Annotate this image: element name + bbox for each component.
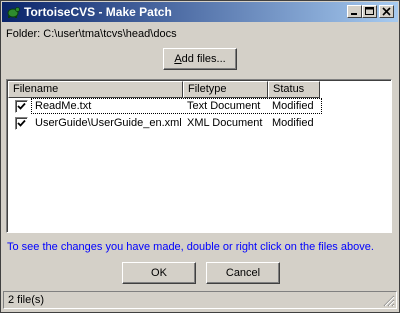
file-name: UserGuide\UserGuide_en.xml bbox=[35, 117, 182, 129]
checkmark-icon bbox=[17, 119, 26, 127]
maximize-icon bbox=[365, 7, 374, 15]
ok-button[interactable]: OK bbox=[122, 262, 196, 284]
close-icon bbox=[382, 7, 391, 16]
tortoise-app-icon bbox=[7, 7, 20, 18]
add-files-accelerator: A bbox=[174, 53, 182, 65]
file-status: Modified bbox=[272, 117, 314, 129]
folder-path-label: Folder: C:\user\tma\tcvs\head\docs bbox=[6, 28, 177, 40]
column-header-filename[interactable]: Filename bbox=[8, 81, 183, 98]
column-header-status[interactable]: Status bbox=[268, 81, 320, 98]
close-button[interactable] bbox=[379, 5, 394, 18]
add-files-button[interactable]: Add files... bbox=[163, 48, 237, 70]
column-header-filetype[interactable]: Filetype bbox=[183, 81, 268, 98]
file-row[interactable]: UserGuide\UserGuide_en.xml XML Document … bbox=[8, 115, 391, 132]
file-type: XML Document bbox=[187, 117, 263, 129]
file-checkbox[interactable] bbox=[15, 117, 28, 130]
checkmark-icon bbox=[17, 102, 26, 110]
file-name: ReadMe.txt bbox=[35, 100, 92, 112]
file-type: Text Document bbox=[187, 100, 261, 112]
file-row[interactable]: ReadMe.txt Text Document Modified bbox=[8, 98, 391, 115]
status-bar: 2 file(s) bbox=[3, 291, 397, 309]
size-grip-icon[interactable] bbox=[383, 295, 395, 307]
hint-text: To see the changes you have made, double… bbox=[7, 241, 374, 253]
file-count: 2 file(s) bbox=[8, 294, 45, 306]
add-files-label: dd files... bbox=[181, 53, 226, 65]
cancel-button[interactable]: Cancel bbox=[206, 262, 280, 284]
maximize-button[interactable] bbox=[362, 5, 377, 18]
file-status: Modified bbox=[272, 100, 314, 112]
make-patch-dialog: TortoiseCVS - Make Patch Folder: C:\user… bbox=[0, 0, 400, 313]
window-title: TortoiseCVS - Make Patch bbox=[24, 5, 172, 19]
minimize-icon bbox=[351, 13, 357, 15]
file-checkbox[interactable] bbox=[15, 100, 28, 113]
file-list[interactable]: Filename Filetype Status ReadMe.txt Text… bbox=[6, 79, 392, 233]
minimize-button[interactable] bbox=[347, 5, 362, 18]
title-bar[interactable]: TortoiseCVS - Make Patch bbox=[2, 2, 398, 22]
